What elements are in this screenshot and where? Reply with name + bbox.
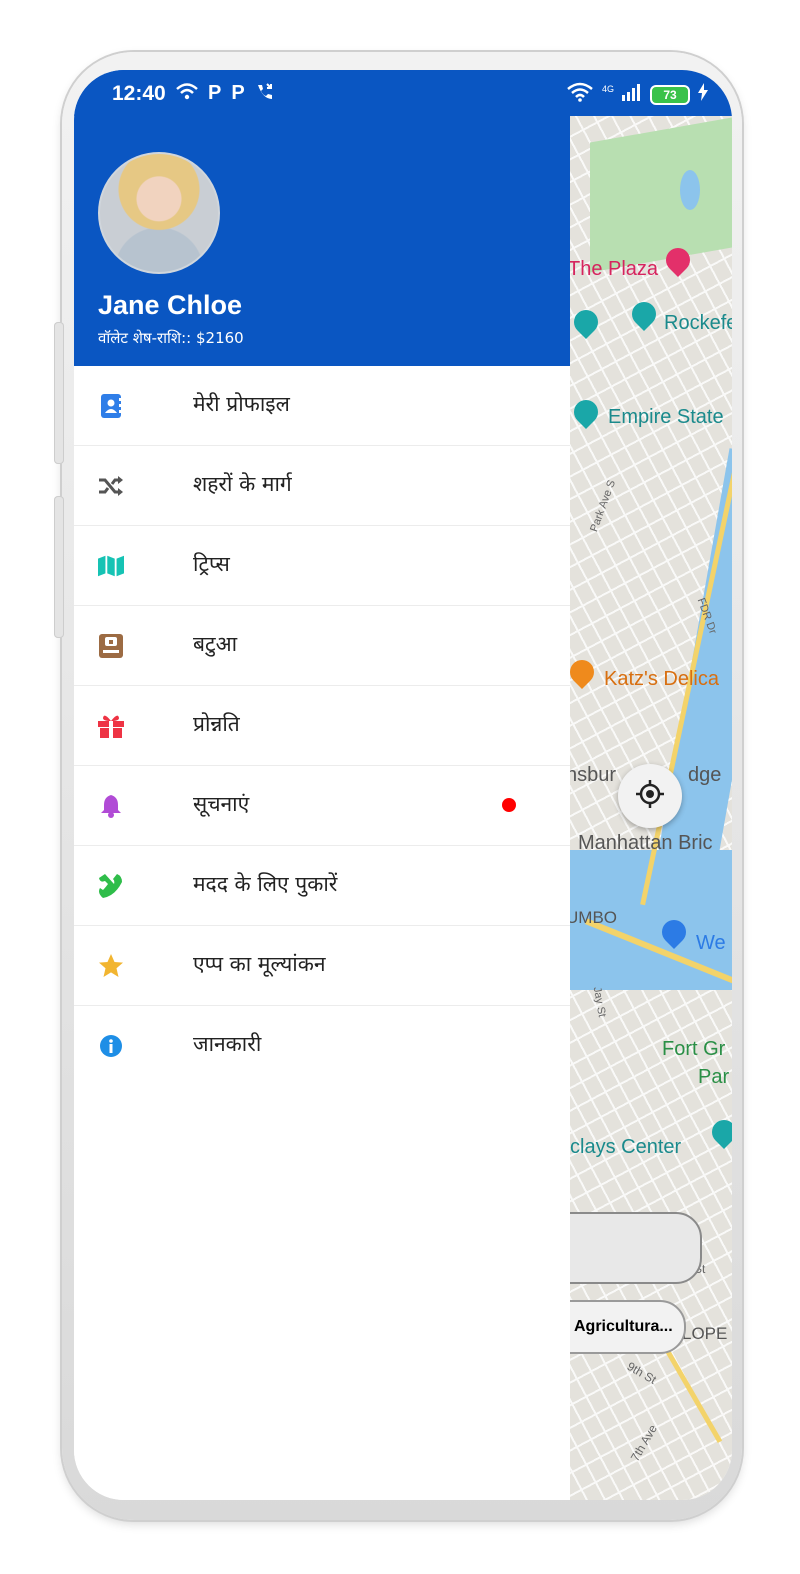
screen: 12:40 P P 4G 73 The Plaza Rockefe Empire… xyxy=(74,70,732,1500)
map-label-we[interactable]: We xyxy=(696,932,726,955)
info-icon xyxy=(98,1033,124,1059)
signal-icon xyxy=(622,83,642,106)
map-label-dumbo: UMBO xyxy=(570,908,617,927)
map-icon xyxy=(98,553,124,579)
notification-badge xyxy=(502,798,516,812)
status-notification-icons: P P xyxy=(176,82,275,108)
menu-item-label: मदद के लिए पुकारें xyxy=(193,872,338,896)
menu-item-information[interactable]: जानकारी xyxy=(74,1006,570,1085)
bell-icon xyxy=(98,793,124,819)
central-park-area xyxy=(590,117,732,273)
map-label-manhattan-bridge: Manhattan Bric xyxy=(578,832,713,854)
parking-icon: P xyxy=(231,82,245,104)
map-label-slope: LOPE xyxy=(682,1324,728,1343)
missed-call-icon xyxy=(255,82,275,108)
map-label-bridge: dge xyxy=(688,764,722,786)
gift-icon xyxy=(98,713,124,739)
drawer-menu: मेरी प्रोफाइल शहरों के मार्ग ट्रिप्स बटु… xyxy=(74,366,570,1085)
map-label-plaza[interactable]: The Plaza xyxy=(570,258,658,281)
phone-icon xyxy=(98,873,124,899)
map-label-park[interactable]: Par xyxy=(698,1066,729,1089)
menu-item-call-for-help[interactable]: मदद के लिए पुकारें xyxy=(74,846,570,926)
profile-icon xyxy=(98,393,124,419)
wifi-icon xyxy=(566,82,594,107)
navigation-drawer: Jane Chloe वॉलेट शेष-राशि:: $2160 मेरी प… xyxy=(74,70,570,1500)
menu-item-rate-app[interactable]: एप्प का मूल्यांकन xyxy=(74,926,570,1006)
wallet-balance: वॉलेट शेष-राशि:: $2160 xyxy=(98,329,244,347)
volume-button xyxy=(54,322,64,464)
avatar[interactable] xyxy=(98,152,220,274)
user-name: Jane Chloe xyxy=(98,290,243,320)
menu-item-label: शहरों के मार्ग xyxy=(193,472,292,496)
map-label-katz[interactable]: Katz's Delica xyxy=(604,668,719,691)
power-button xyxy=(54,496,64,638)
menu-item-wallet[interactable]: बटुआ xyxy=(74,606,570,686)
menu-item-label: बटुआ xyxy=(193,632,238,656)
map-label-barclays[interactable]: clays Center xyxy=(570,1136,681,1159)
crosshair-icon xyxy=(635,779,665,813)
menu-item-label: ट्रिप्स xyxy=(193,552,230,576)
menu-item-trips[interactable]: ट्रिप्स xyxy=(74,526,570,606)
map-label-fort-greene[interactable]: Fort Gr xyxy=(662,1038,725,1061)
status-system-icons: 4G 73 xyxy=(566,82,708,107)
charging-icon xyxy=(698,83,708,106)
wifi-hotspot-icon xyxy=(176,82,198,108)
menu-item-promotion[interactable]: प्रोन्नति xyxy=(74,686,570,766)
status-bar: 12:40 P P 4G 73 xyxy=(74,70,732,116)
shuffle-icon xyxy=(98,473,124,499)
menu-item-city-routes[interactable]: शहरों के मार्ग xyxy=(74,446,570,526)
parking-icon: P xyxy=(208,82,222,104)
park-lake xyxy=(680,170,700,210)
menu-item-label: जानकारी xyxy=(193,1032,262,1056)
menu-item-label: सूचनाएं xyxy=(193,792,250,816)
wallet-icon xyxy=(98,633,124,659)
network-type: 4G xyxy=(601,83,614,94)
map-label-williamsburg: nsbur xyxy=(570,764,617,786)
map-label-empire-state[interactable]: Empire State xyxy=(608,406,724,429)
menu-item-label: एप्प का मूल्यांकन xyxy=(193,952,326,976)
star-icon xyxy=(98,953,124,979)
menu-item-label: प्रोन्नति xyxy=(193,712,240,736)
battery-icon: 73 xyxy=(650,84,690,105)
my-location-button[interactable] xyxy=(618,764,682,828)
menu-item-my-profile[interactable]: मेरी प्रोफाइल xyxy=(74,366,570,446)
map-label-rockefeller[interactable]: Rockefe xyxy=(664,312,732,335)
status-time: 12:40 xyxy=(112,82,166,105)
menu-item-label: मेरी प्रोफाइल xyxy=(193,392,290,416)
menu-item-notifications[interactable]: सूचनाएं xyxy=(74,766,570,846)
